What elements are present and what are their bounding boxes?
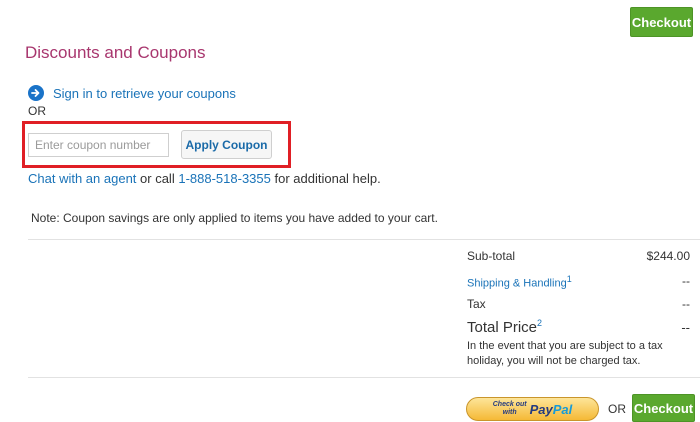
or-separator: OR [28,104,46,118]
divider [28,239,700,240]
discounts-title: Discounts and Coupons [25,43,206,62]
shipping-value: -- [682,274,690,288]
shipping-handling-link[interactable]: Shipping & Handling1 [467,274,572,290]
paypal-logo-pay: Pay [529,401,553,417]
paypal-logo-pal: Pal [552,401,573,417]
signin-row[interactable]: Sign in to retrieve your coupons [28,85,236,101]
checkout-button-bottom[interactable]: Checkout [632,394,695,422]
shipping-handling-label[interactable]: Shipping & Handling [467,278,567,290]
subtotal-label: Sub-total [467,249,516,263]
paypal-prefix-line1: Check out [492,401,527,408]
total-footnote[interactable]: 2 [537,318,542,328]
or-call-text: or call [140,171,175,186]
paypal-prefix: Check out with [493,401,527,417]
total-price-label: Total Price2 [467,318,542,336]
apply-coupon-button[interactable]: Apply Coupon [181,130,272,159]
checkout-button-top[interactable]: Checkout [630,7,693,37]
help-line: Chat with an agent or call 1-888-518-335… [28,171,381,186]
tax-label: Tax [467,297,486,311]
tax-value: -- [682,297,690,311]
total-price-value: -- [681,320,690,335]
subtotal-value: $244.00 [646,249,690,263]
coupon-number-input[interactable] [28,133,169,157]
coupon-note: Note: Coupon savings are only applied to… [31,211,438,225]
paypal-prefix-line2: with [502,409,517,416]
phone-link[interactable]: 1-888-518-3355 [178,171,271,186]
divider [28,377,700,378]
shipping-footnote[interactable]: 1 [567,274,572,284]
paypal-checkout-button[interactable]: Check out with Pay Pal [466,397,599,421]
total-price-text: Total Price [467,319,538,336]
or-separator-bottom: OR [608,402,626,416]
arrow-circle-right-icon[interactable] [28,85,44,101]
signin-link[interactable]: Sign in to retrieve your coupons [53,86,236,101]
help-suffix-text: for additional help. [274,171,381,186]
tax-holiday-note: In the event that you are subject to a t… [467,340,663,367]
chat-agent-link[interactable]: Chat with an agent [28,171,136,186]
